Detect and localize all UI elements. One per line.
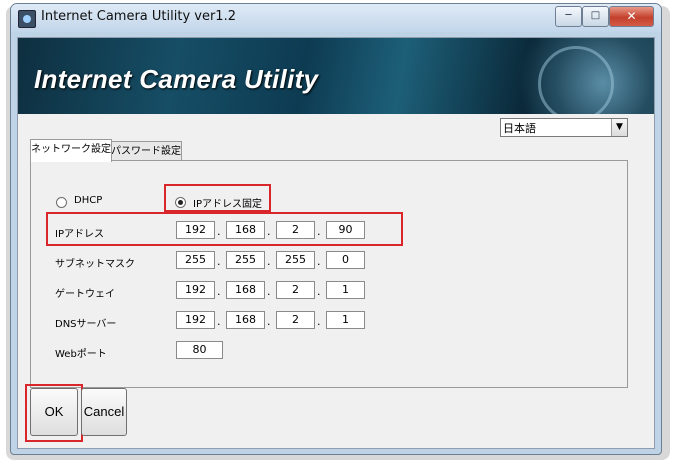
subnet-separator: . <box>317 255 321 268</box>
dns-separator: . <box>267 315 271 328</box>
chevron-down-icon[interactable]: ▼ <box>611 119 627 136</box>
gateway-separator: . <box>267 285 271 298</box>
gateway-separator: . <box>317 285 321 298</box>
dns-server-octet-1[interactable]: 192 <box>176 311 215 329</box>
camera-icon <box>18 10 36 28</box>
subnet-mask-label: サブネットマスク <box>55 259 135 270</box>
dns-server-octet-2[interactable]: 168 <box>226 311 265 329</box>
window-title: Internet Camera Utility ver1.2 <box>41 9 236 24</box>
gateway-octet-2[interactable]: 168 <box>226 281 265 299</box>
subnet-mask-octet-4[interactable]: 0 <box>326 251 365 269</box>
minimize-button[interactable]: ─ <box>555 6 582 27</box>
camera-lens-graphic <box>538 46 614 114</box>
dhcp-radio[interactable] <box>56 197 67 208</box>
ok-button-highlight <box>25 384 83 442</box>
dns-server-octet-4[interactable]: 1 <box>326 311 365 329</box>
close-button[interactable]: ✕ <box>609 6 654 27</box>
subnet-mask-octet-1[interactable]: 255 <box>176 251 215 269</box>
gateway-label: ゲートウェイ <box>55 289 115 300</box>
language-selected-value: 日本語 <box>503 122 536 135</box>
dhcp-label: DHCP <box>74 195 103 206</box>
title-bar[interactable]: Internet Camera Utility ver1.2 ─ □ ✕ <box>11 4 661 32</box>
network-settings-panel: DHCP IPアドレス固定 IPアドレス 192 . 168 . 2 . 90 … <box>30 160 628 388</box>
subnet-separator: . <box>267 255 271 268</box>
cancel-button[interactable]: Cancel <box>81 388 127 436</box>
tab-password-settings[interactable]: パスワード設定 <box>110 141 182 162</box>
banner-title: Internet Camera Utility <box>34 64 319 94</box>
gateway-octet-1[interactable]: 192 <box>176 281 215 299</box>
subnet-mask-octet-3[interactable]: 255 <box>276 251 315 269</box>
ip-address-highlight <box>46 212 403 246</box>
subnet-separator: . <box>217 255 221 268</box>
dns-server-label: DNSサーバー <box>55 319 117 330</box>
gateway-separator: . <box>217 285 221 298</box>
banner: Internet Camera Utility <box>18 38 654 114</box>
dns-separator: . <box>317 315 321 328</box>
web-port-input[interactable]: 80 <box>176 341 223 359</box>
tab-network-settings[interactable]: ネットワーク設定 <box>30 139 112 162</box>
gateway-octet-3[interactable]: 2 <box>276 281 315 299</box>
dns-separator: . <box>217 315 221 328</box>
gateway-octet-4[interactable]: 1 <box>326 281 365 299</box>
maximize-button[interactable]: □ <box>582 6 609 27</box>
subnet-mask-octet-2[interactable]: 255 <box>226 251 265 269</box>
web-port-label: Webポート <box>55 349 107 360</box>
fixed-ip-highlight <box>164 184 271 212</box>
language-select[interactable]: 日本語 ▼ <box>500 118 628 137</box>
dns-server-octet-3[interactable]: 2 <box>276 311 315 329</box>
